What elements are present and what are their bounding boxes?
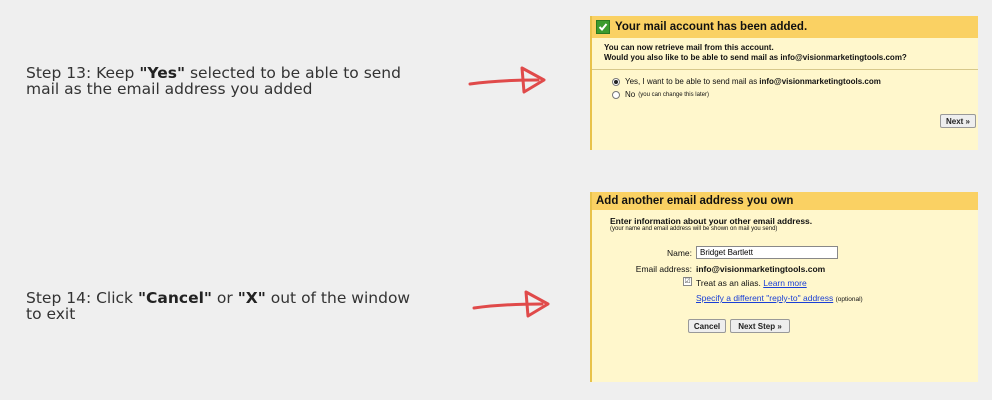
next-step-button[interactable]: Next Step » — [730, 319, 790, 333]
dialog-intro-note: (your name and email address will be sho… — [610, 226, 778, 232]
dialog-header: Your mail account has been added. — [592, 16, 978, 38]
alias-option: Treat as an alias. Learn more — [696, 278, 807, 288]
step-14-instruction: Step 14: Click "Cancel" or "X" out of th… — [26, 289, 411, 323]
radio-no-option[interactable]: No (you can change this later) — [592, 88, 978, 101]
mail-added-dialog: Your mail account has been added. You ca… — [590, 16, 978, 150]
arrow-right-icon — [468, 66, 546, 94]
arrow-right-icon — [472, 290, 550, 318]
name-label: Name: — [666, 248, 692, 258]
radio-yes-option[interactable]: Yes, I want to be able to send mail as i… — [592, 75, 978, 88]
next-button[interactable]: Next » — [940, 114, 976, 128]
dialog-title: Your mail account has been added. — [615, 21, 808, 33]
reply-to-option: Specify a different "reply-to" address (… — [696, 293, 863, 303]
step-13-instruction: Step 13: Keep "Yes" selected to be able … — [26, 64, 401, 98]
email-value: info@visionmarketingtools.com — [696, 264, 826, 274]
checkmark-icon — [596, 20, 610, 34]
add-email-dialog: Add another email address you own Enter … — [590, 192, 978, 382]
dialog-message: You can now retrieve mail from this acco… — [604, 43, 907, 62]
reply-to-link[interactable]: Specify a different "reply-to" address — [696, 293, 833, 303]
dialog-header: Add another email address you own — [592, 192, 978, 210]
radio-no[interactable] — [612, 90, 620, 99]
cancel-button[interactable]: Cancel — [688, 319, 726, 333]
radio-yes[interactable] — [612, 77, 620, 86]
dialog-intro: Enter information about your other email… — [610, 216, 813, 226]
email-label: Email address: — [635, 264, 692, 274]
alias-checkbox[interactable]: ☑ — [683, 277, 692, 286]
name-input[interactable] — [696, 246, 838, 259]
dialog-title: Add another email address you own — [596, 195, 794, 207]
learn-more-link[interactable]: Learn more — [763, 278, 806, 288]
